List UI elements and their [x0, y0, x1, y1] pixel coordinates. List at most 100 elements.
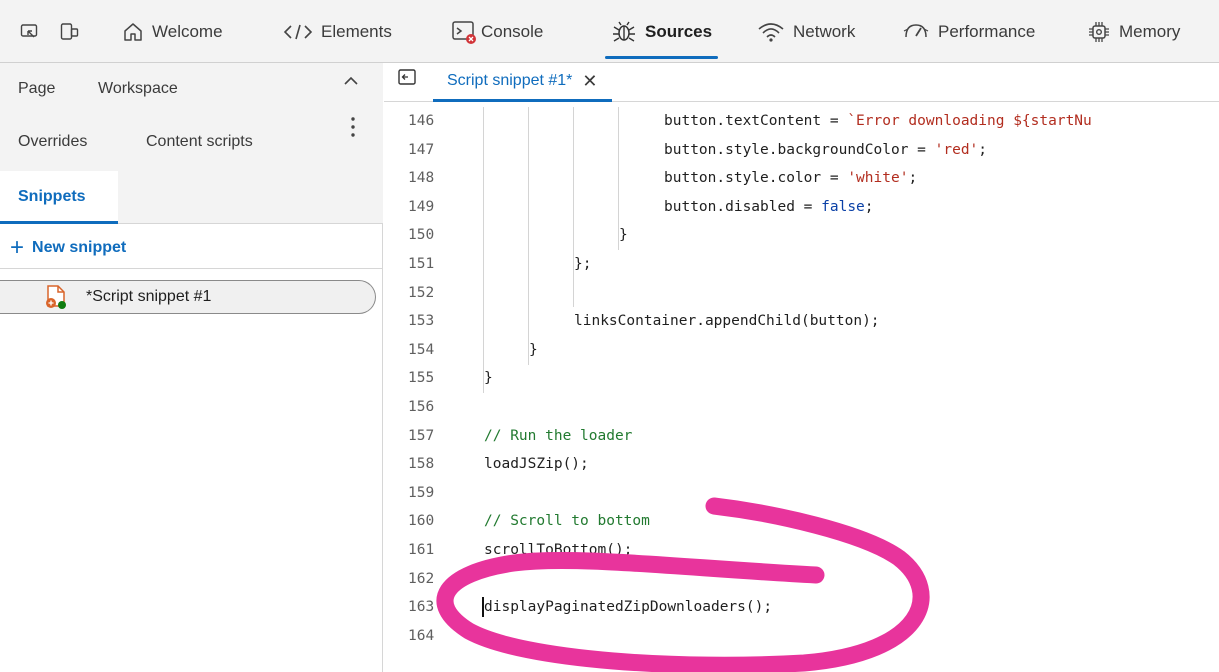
code-token: button.textContent =: [664, 113, 848, 129]
code-line: 156: [384, 393, 1219, 422]
code-line: 157 // Run the loader: [384, 422, 1219, 451]
code-icon: [283, 24, 313, 39]
line-number[interactable]: 147: [408, 136, 450, 165]
tab-page[interactable]: Page: [18, 80, 55, 98]
device-toolbar-icon[interactable]: [60, 22, 80, 42]
line-number[interactable]: 157: [408, 422, 450, 451]
chevron-up-icon[interactable]: [343, 75, 359, 87]
snippet-file-label: *Script snippet #1: [86, 288, 212, 305]
tab-memory-label: Memory: [1119, 21, 1181, 41]
code-token: }: [619, 227, 628, 244]
tab-workspace[interactable]: Workspace: [98, 80, 178, 98]
snippet-file-item[interactable]: *Script snippet #1: [0, 280, 376, 314]
tab-elements-label: Elements: [321, 21, 392, 41]
line-number[interactable]: 148: [408, 164, 450, 193]
code-line: 161 scrollToBottom();: [384, 536, 1219, 565]
line-number[interactable]: 151: [408, 250, 450, 279]
code-line: 148 button.style.color = 'white';: [384, 164, 1219, 193]
tab-memory[interactable]: Memory: [1087, 0, 1180, 63]
line-number[interactable]: 158: [408, 450, 450, 479]
code-line: 147 button.style.backgroundColor = 'red';: [384, 136, 1219, 165]
code-token: button.style.color =: [664, 170, 848, 187]
tab-welcome-label: Welcome: [152, 21, 223, 41]
console-icon: [452, 20, 476, 44]
code-line: 150}: [384, 221, 1219, 250]
line-source: scrollToBottom();: [484, 536, 632, 565]
editor-file-tab[interactable]: Script snippet #1* ✕: [433, 63, 612, 102]
code-token: scrollToBottom();: [484, 541, 633, 558]
code-token: }: [529, 341, 538, 358]
line-number[interactable]: 163: [408, 593, 450, 622]
tab-network[interactable]: Network: [757, 0, 855, 63]
toggle-navigator-icon[interactable]: [398, 69, 416, 85]
tab-console-label: Console: [481, 21, 544, 41]
code-token: }: [484, 370, 493, 387]
performance-icon: [903, 23, 929, 37]
code-token: ;: [978, 141, 988, 158]
line-number[interactable]: 164: [408, 622, 450, 651]
tab-snippets[interactable]: Snippets: [18, 188, 86, 206]
tab-performance-label: Performance: [938, 21, 1036, 41]
close-icon[interactable]: ✕: [582, 72, 597, 90]
line-number[interactable]: 156: [408, 393, 450, 422]
code-token: // Scroll to bottom: [484, 513, 650, 530]
code-line: 151};: [384, 250, 1219, 279]
tab-elements[interactable]: Elements: [283, 0, 392, 63]
tab-overrides[interactable]: Overrides: [18, 133, 87, 151]
tab-network-label: Network: [793, 21, 856, 41]
tab-sources[interactable]: Sources: [604, 0, 719, 63]
line-number[interactable]: 155: [408, 364, 450, 393]
line-source: displayPaginatedZipDownloaders();: [484, 593, 772, 622]
line-source: }: [484, 364, 493, 393]
more-options-icon[interactable]: [350, 115, 356, 139]
tab-performance[interactable]: Performance: [902, 0, 1035, 63]
code-line: 154}: [384, 336, 1219, 365]
code-token: 'red': [934, 141, 979, 158]
line-number[interactable]: 154: [408, 336, 450, 365]
home-icon: [124, 22, 142, 41]
line-source: };: [574, 250, 591, 279]
devtools-tab-bar: Welcome Elements Console Sources Network: [0, 0, 1219, 63]
code-lines[interactable]: 146 button.textContent = `Error downloadi…: [384, 107, 1219, 650]
line-number[interactable]: 149: [408, 193, 450, 222]
code-line: 146 button.textContent = `Error downloadi…: [384, 107, 1219, 136]
code-token: loadJSZip();: [484, 456, 589, 473]
code-token: false: [821, 198, 865, 215]
code-line: 158 loadJSZip();: [384, 450, 1219, 479]
line-number[interactable]: 146: [408, 107, 450, 136]
code-token: // Run the loader: [484, 427, 633, 444]
line-number[interactable]: 160: [408, 507, 450, 536]
sources-navigator: Page Workspace Overrides Content scripts…: [0, 63, 383, 672]
text-caret: [482, 597, 484, 618]
line-number[interactable]: 153: [408, 307, 450, 336]
line-source: // Run the loader: [484, 422, 632, 451]
code-token: };: [574, 255, 592, 272]
line-source: }: [619, 221, 628, 250]
line-number[interactable]: 152: [408, 279, 450, 308]
code-line: 160 // Scroll to bottom: [384, 507, 1219, 536]
code-token: button.disabled =: [664, 198, 822, 215]
snippet-file-icon: [46, 285, 66, 309]
code-line: 149 button.disabled = false;: [384, 193, 1219, 222]
code-line: 152: [384, 279, 1219, 308]
code-token: linksContainer.appendChild(button);: [574, 313, 880, 330]
new-snippet-button[interactable]: + New snippet: [10, 233, 126, 263]
code-token: displayPaginatedZipDownloaders();: [484, 599, 773, 616]
new-snippet-label: New snippet: [32, 239, 127, 256]
memory-icon: [1089, 21, 1109, 42]
bug-icon: [613, 21, 635, 42]
tab-content-scripts[interactable]: Content scripts: [146, 133, 253, 151]
line-number[interactable]: 150: [408, 221, 450, 250]
line-number[interactable]: 159: [408, 479, 450, 508]
line-number[interactable]: 161: [408, 536, 450, 565]
device-emulation-icon[interactable]: [20, 22, 40, 42]
line-source: button.style.color = 'white';: [664, 164, 917, 193]
code-line: 153 linksContainer.appendChild(button);: [384, 307, 1219, 336]
code-token: `Error downloading ${startNu: [847, 113, 1092, 129]
tab-console[interactable]: Console: [451, 0, 543, 63]
line-source: button.textContent = `Error downloading …: [664, 107, 1092, 136]
line-number[interactable]: 162: [408, 565, 450, 594]
tab-welcome[interactable]: Welcome: [122, 0, 223, 63]
code-token: 'white': [847, 170, 909, 187]
code-token: ;: [908, 170, 918, 187]
